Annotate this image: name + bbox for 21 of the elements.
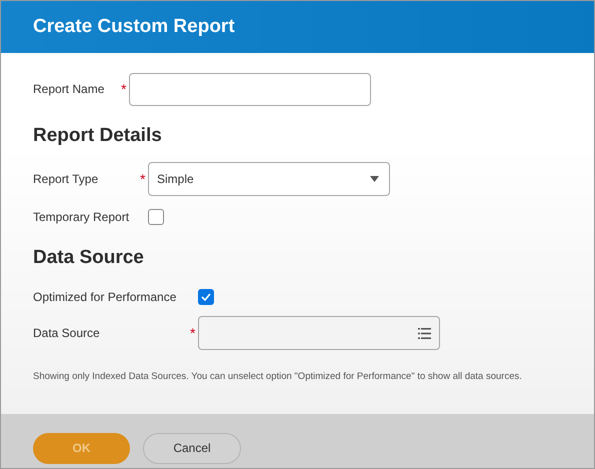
required-asterisk: * [140,171,146,187]
field-label: Optimized for Performance [33,290,178,304]
field-label: Data Source [33,326,101,340]
checkbox[interactable] [198,289,214,305]
list-icon [418,328,431,338]
field-label: Report Type [33,172,100,186]
report-name-field[interactable] [129,72,371,106]
field-label: Report Name [33,82,106,96]
field-label: Temporary Report [33,210,130,224]
required-asterisk: * [121,81,128,97]
cancel-button[interactable]: Cancel [143,432,241,464]
info-text: Showing only Indexed Data Sources. You can unselect option "Optimized for Performance" to show all data sources. [33,371,523,382]
data-source-field[interactable] [198,316,440,350]
caret-icon [370,176,379,182]
checkbox[interactable] [148,209,164,225]
section-heading: Data Source [33,247,145,269]
checkmark-icon [201,293,211,301]
required-asterisk: * [190,325,196,341]
dialog-title: Create Custom Report [33,16,235,38]
section-heading: Report Details [33,125,163,147]
report-type-dropdown[interactable]: Simple [148,162,390,196]
